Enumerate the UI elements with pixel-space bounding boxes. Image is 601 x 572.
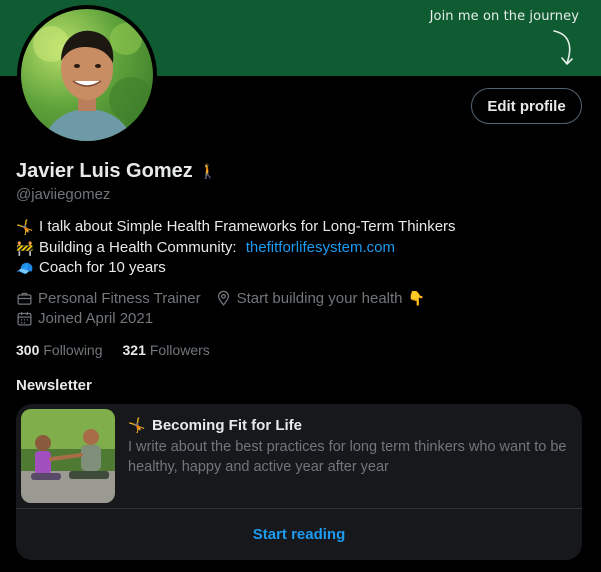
following-label: Following [43,342,103,358]
pointing-down-emoji: 👇 [407,290,426,306]
following-count: 300 [16,342,40,358]
bio-website-link[interactable]: thefitforlifesystem.com [246,238,395,259]
edit-profile-button[interactable]: Edit profile [471,88,582,124]
bio-emoji: 🧢 [16,260,34,276]
newsletter-emoji: 🤸 [128,417,146,433]
bio-emoji: 🚧 [16,239,34,256]
profile-category: Personal Fitness Trainer [38,290,201,307]
profile-handle: @javiiegomez [16,186,111,203]
profile-meta-row: Personal Fitness Trainer Start building … [16,290,426,307]
bio-text: Coach for 10 years [39,259,166,276]
walking-person-emoji: 🚶 [199,163,217,179]
newsletter-thumbnail [21,409,115,503]
newsletter-title[interactable]: 🤸 Becoming Fit for Life [128,417,302,434]
profile-joined: Joined April 2021 [38,310,154,327]
profile-location: Start building your health [236,290,403,307]
newsletter-description: I write about the best practices for lon… [128,439,567,475]
profile-bio: 🤸 I talk about Simple Health Frameworks … [16,217,456,279]
banner-text: Join me on the journey [429,9,579,24]
followers-label: Followers [149,342,210,358]
profile-joined-row: Joined April 2021 [16,310,153,327]
newsletter-card[interactable]: 🤸 Becoming Fit for Life I write about th… [16,404,582,560]
newsletter-title-text: Becoming Fit for Life [152,417,302,434]
start-reading-button[interactable]: Start reading [16,509,582,560]
calendar-icon [17,312,32,326]
location-pin-icon [217,290,229,306]
bio-text: I talk about Simple Health Frameworks fo… [39,218,456,235]
arrow-curve-icon [553,30,573,65]
followers-count: 321 [122,342,146,358]
bio-line: 🧢 Coach for 10 years [16,258,456,279]
bio-line: 🤸 I talk about Simple Health Frameworks … [16,217,456,238]
bio-text: Building a Health Community: [39,238,241,256]
followers-link[interactable]: 321 Followers [123,342,210,358]
bio-emoji: 🤸 [16,219,34,235]
briefcase-icon [17,292,32,305]
bio-line: 🚧 Building a Health Community: thefitfor… [16,238,456,259]
profile-stats: 300 Following 321 Followers [16,342,210,358]
newsletter-section-title: Newsletter [16,377,92,394]
profile-name: Javier Luis Gomez 🚶 [16,160,217,183]
profile-name-text: Javier Luis Gomez [16,160,193,182]
avatar[interactable] [17,5,157,145]
following-link[interactable]: 300 Following [16,342,103,358]
avatar-photo [21,9,153,141]
